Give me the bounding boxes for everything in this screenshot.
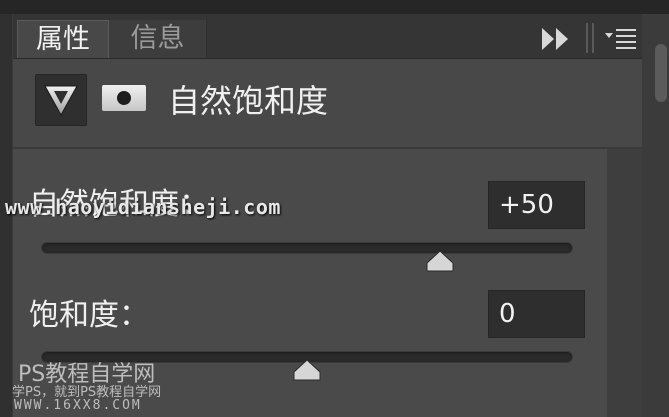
vibrance-slider-thumb[interactable] [426, 250, 454, 272]
adjustment-title: 自然饱和度 [168, 82, 329, 120]
vibrance-value-field[interactable]: +50 [488, 181, 585, 229]
saturation-label: 饱和度： [29, 298, 149, 333]
vibrance-slider-track[interactable] [41, 242, 573, 254]
panel-menu-icon[interactable] [605, 27, 637, 51]
watermark-domain: WWW.16XX8.COM [14, 398, 142, 413]
layer-mask-icon[interactable] [102, 85, 146, 111]
double-chevron-right-icon[interactable] [540, 26, 574, 52]
tab-info[interactable]: 信息 [109, 20, 207, 58]
saturation-value-field[interactable]: 0 [488, 290, 585, 338]
tab-properties[interactable]: 属性 [17, 20, 109, 58]
grip-divider-icon [586, 23, 594, 53]
panel-tab-bar: 属性 信息 [13, 14, 643, 59]
vibrance-triangle-icon [44, 85, 78, 117]
outer-scrollbar-thumb[interactable] [655, 44, 667, 102]
watermark-url: www.haoyidiansheji.com [5, 195, 281, 219]
adjustment-header: 自然饱和度 [13, 59, 643, 149]
saturation-slider-thumb[interactable] [293, 359, 321, 381]
window-top-strip [0, 0, 669, 14]
content-scrollbar[interactable] [607, 149, 643, 417]
adjustment-layer-button[interactable] [35, 74, 87, 126]
